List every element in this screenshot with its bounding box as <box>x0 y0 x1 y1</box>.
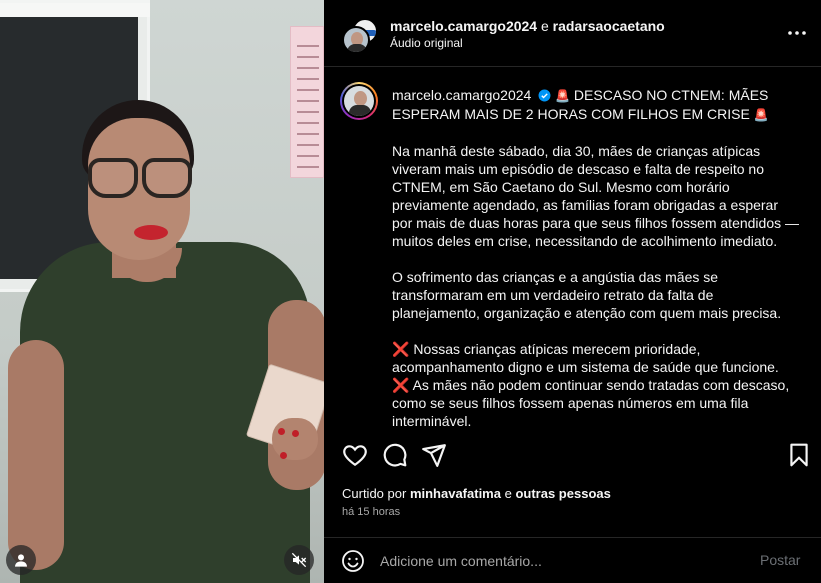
comment-input[interactable] <box>380 550 750 572</box>
caption-point: As mães não podem continuar sendo tratad… <box>392 377 790 429</box>
siren-emoji: 🚨 <box>555 89 571 103</box>
post-header: marcelo.camargo2024 e radarsaocaetano Áu… <box>324 0 821 67</box>
header-user2-link[interactable]: radarsaocaetano <box>553 18 665 34</box>
comment-bar: Postar <box>324 537 821 583</box>
share-icon[interactable] <box>421 442 447 468</box>
woman-speaking <box>0 0 324 583</box>
verified-badge-icon <box>538 89 551 102</box>
more-horizontal-icon <box>788 31 806 35</box>
header-user1-link[interactable]: marcelo.camargo2024 <box>390 18 537 34</box>
liked-by-user-link[interactable]: minhavafatima <box>410 486 501 501</box>
user-icon <box>15 554 27 567</box>
collab-avatars[interactable] <box>342 18 378 54</box>
liked-by-conjunction: e <box>504 486 512 501</box>
liked-by: Curtido por minhavafatima e outras pesso… <box>342 486 611 501</box>
cross-mark-emoji: ❌ <box>392 377 410 393</box>
caption-text: marcelo.camargo2024 🚨 DESCASO NO CTNEM: … <box>392 86 802 430</box>
caption-area: marcelo.camargo2024 🚨 DESCASO NO CTNEM: … <box>324 68 821 430</box>
comment-icon[interactable] <box>382 442 408 468</box>
mute-button[interactable] <box>284 545 314 575</box>
caption-paragraph: Na manhã deste sábado, dia 30, mães de c… <box>392 143 800 249</box>
cross-mark-emoji: ❌ <box>392 341 410 357</box>
heart-icon[interactable] <box>342 442 368 468</box>
audio-link[interactable]: Áudio original <box>390 36 463 50</box>
header-usernames: marcelo.camargo2024 e radarsaocaetano <box>390 17 665 35</box>
caption-paragraph: O sofrimento das crianças e a angústia d… <box>392 269 782 321</box>
post-panel: marcelo.camargo2024 e radarsaocaetano Áu… <box>324 0 821 583</box>
liked-by-others-link[interactable]: outras pessoas <box>515 486 610 501</box>
header-conjunction: e <box>540 18 549 34</box>
bookmark-icon[interactable] <box>786 442 812 468</box>
caption-avatar[interactable] <box>340 82 378 120</box>
more-options-button[interactable] <box>786 22 808 44</box>
liked-by-prefix: Curtido por <box>342 486 407 501</box>
caption-username-link[interactable]: marcelo.camargo2024 <box>392 87 531 103</box>
action-bar <box>324 438 821 478</box>
caption-point: Nossas crianças atípicas merecem priorid… <box>392 341 779 375</box>
post-timestamp[interactable]: há 15 horas <box>342 506 400 518</box>
speaker-muted-icon <box>291 552 307 568</box>
post-comment-button[interactable]: Postar <box>760 552 800 568</box>
siren-emoji: 🚨 <box>753 108 769 122</box>
emoji-icon[interactable] <box>341 549 365 573</box>
avatar-marcelo[interactable] <box>342 26 370 54</box>
tagged-users-button[interactable] <box>6 545 36 575</box>
reel-video[interactable] <box>0 0 324 583</box>
